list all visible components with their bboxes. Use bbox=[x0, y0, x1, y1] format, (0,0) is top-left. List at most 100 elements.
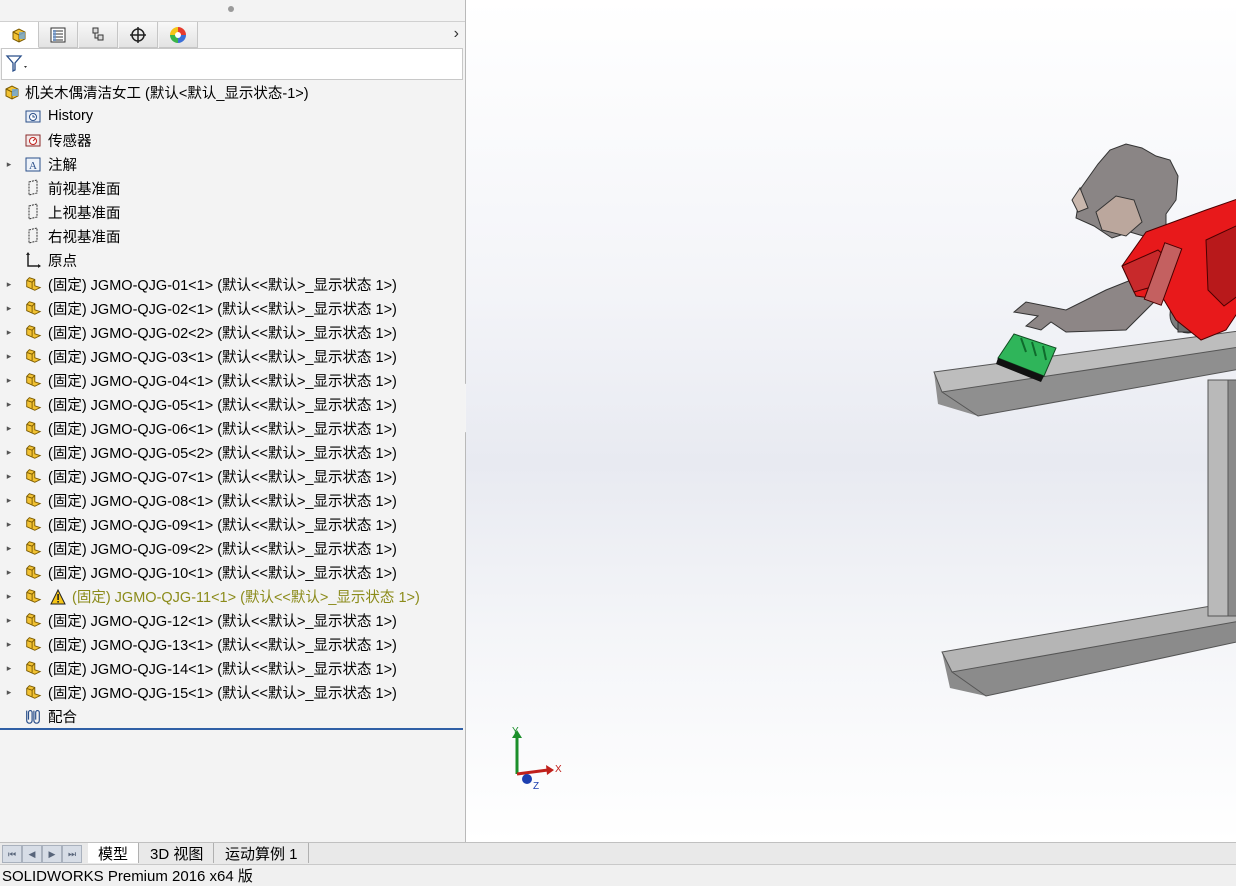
tree-item[interactable]: ▸ A 注解 bbox=[0, 152, 465, 176]
tree-item-label: (固定) JGMO-QJG-09<2> (默认<<默认>_显示状态 1>) bbox=[48, 541, 397, 558]
plane-icon bbox=[24, 179, 42, 197]
tab-3d-view[interactable]: 3D 视图 bbox=[140, 843, 215, 863]
panel-resize-grip[interactable] bbox=[228, 6, 234, 12]
tree-item-label: (固定) JGMO-QJG-08<1> (默认<<默认>_显示状态 1>) bbox=[48, 493, 397, 510]
tree-item[interactable]: ▸ (固定) JGMO-QJG-02<2> (默认<<默认>_显示状态 1>) bbox=[0, 320, 465, 344]
triad-x-label: X bbox=[555, 764, 562, 775]
part-icon bbox=[24, 587, 42, 605]
expand-arrow-icon[interactable]: ▸ bbox=[5, 416, 13, 440]
assembly-3d-model[interactable] bbox=[466, 0, 1236, 842]
tree-item-label: (固定) JGMO-QJG-14<1> (默认<<默认>_显示状态 1>) bbox=[48, 661, 397, 678]
expand-arrow-icon[interactable]: ▸ bbox=[5, 680, 13, 704]
tree-item[interactable]: 前视基准面 bbox=[0, 176, 465, 200]
prev-tab-button[interactable]: ◀ bbox=[22, 845, 42, 863]
tab-scroll-right-icon[interactable]: › bbox=[454, 25, 459, 43]
expand-arrow-icon[interactable]: ▸ bbox=[5, 584, 13, 608]
dimxpert-tab[interactable] bbox=[119, 22, 158, 48]
part-icon bbox=[24, 467, 42, 485]
part-icon bbox=[24, 491, 42, 509]
tree-item[interactable]: ▸ (固定) JGMO-QJG-07<1> (默认<<默认>_显示状态 1>) bbox=[0, 464, 465, 488]
triad-z-label: Z bbox=[533, 781, 539, 792]
expand-arrow-icon[interactable]: ▸ bbox=[5, 440, 13, 464]
tree-item[interactable]: ▸ (固定) JGMO-QJG-13<1> (默认<<默认>_显示状态 1>) bbox=[0, 632, 465, 656]
propertymanager-tab[interactable] bbox=[39, 22, 78, 48]
triad-y-label: Y bbox=[512, 726, 519, 737]
part-icon bbox=[24, 683, 42, 701]
tree-item[interactable]: 传感器 bbox=[0, 128, 465, 152]
tree-item-label: History bbox=[48, 108, 94, 124]
tree-item[interactable]: ▸ (固定) JGMO-QJG-02<1> (默认<<默认>_显示状态 1>) bbox=[0, 296, 465, 320]
annotations-icon: A bbox=[24, 155, 42, 173]
graphics-area[interactable]: Y X Z bbox=[466, 0, 1236, 842]
part-icon bbox=[24, 395, 42, 413]
property-list-icon bbox=[50, 27, 66, 42]
tree-item[interactable]: 右视基准面 bbox=[0, 224, 465, 248]
tree-item[interactable]: ▸ (固定) JGMO-QJG-09<1> (默认<<默认>_显示状态 1>) bbox=[0, 512, 465, 536]
panel-tab-bar: › bbox=[0, 21, 465, 48]
tree-item[interactable]: ▸ (固定) JGMO-QJG-12<1> (默认<<默认>_显示状态 1>) bbox=[0, 608, 465, 632]
history-folder-icon bbox=[24, 107, 42, 125]
tree-item-label: 右视基准面 bbox=[48, 229, 121, 246]
mates-icon bbox=[24, 707, 42, 725]
display-manager-tab[interactable] bbox=[159, 22, 198, 48]
tree-root-assembly[interactable]: 机关木偶清洁女工 (默认<默认_显示状态-1>) bbox=[0, 80, 465, 104]
expand-arrow-icon[interactable]: ▸ bbox=[5, 344, 13, 368]
expand-arrow-icon[interactable]: ▸ bbox=[5, 392, 13, 416]
triad-z-axis bbox=[522, 774, 532, 784]
expand-arrow-icon[interactable]: ▸ bbox=[5, 608, 13, 632]
filter-icon[interactable] bbox=[5, 53, 31, 77]
status-bar: SOLIDWORKS Premium 2016 x64 版 bbox=[0, 864, 1236, 886]
expand-arrow-icon[interactable]: ▸ bbox=[5, 560, 13, 584]
crosshair-icon bbox=[130, 26, 146, 43]
expand-arrow-icon[interactable]: ▸ bbox=[5, 512, 13, 536]
tree-item-label: (固定) JGMO-QJG-07<1> (默认<<默认>_显示状态 1>) bbox=[48, 469, 397, 486]
tree-item[interactable]: ▸ (固定) JGMO-QJG-11<1> (默认<<默认>_显示状态 1>) bbox=[0, 584, 465, 608]
expand-arrow-icon[interactable]: ▸ bbox=[5, 296, 13, 320]
tree-item[interactable]: ▸ (固定) JGMO-QJG-09<2> (默认<<默认>_显示状态 1>) bbox=[0, 536, 465, 560]
tree-item[interactable]: ▸ (固定) JGMO-QJG-05<1> (默认<<默认>_显示状态 1>) bbox=[0, 392, 465, 416]
part-icon bbox=[24, 419, 42, 437]
tree-item[interactable]: History bbox=[0, 104, 465, 128]
tree-item-label: (固定) JGMO-QJG-02<2> (默认<<默认>_显示状态 1>) bbox=[48, 325, 397, 342]
tree-item[interactable]: ▸ (固定) JGMO-QJG-05<2> (默认<<默认>_显示状态 1>) bbox=[0, 440, 465, 464]
expand-arrow-icon[interactable]: ▸ bbox=[5, 320, 13, 344]
tree-item[interactable]: ▸ (固定) JGMO-QJG-04<1> (默认<<默认>_显示状态 1>) bbox=[0, 368, 465, 392]
tree-item-label: (固定) JGMO-QJG-01<1> (默认<<默认>_显示状态 1>) bbox=[48, 277, 397, 294]
configurationmanager-tab[interactable] bbox=[79, 22, 118, 48]
featuremanager-tab[interactable] bbox=[0, 22, 39, 48]
tab-motion-study[interactable]: 运动算例 1 bbox=[215, 843, 309, 863]
tree-item[interactable]: 配合 bbox=[0, 704, 465, 728]
plane-icon bbox=[24, 203, 42, 221]
tree-item[interactable]: ▸ (固定) JGMO-QJG-15<1> (默认<<默认>_显示状态 1>) bbox=[0, 680, 465, 704]
expand-arrow-icon[interactable]: ▸ bbox=[5, 152, 13, 176]
tree-item-label: 注解 bbox=[48, 157, 77, 174]
last-tab-button[interactable]: ⏭ bbox=[62, 845, 82, 863]
tab-model[interactable]: 模型 bbox=[88, 843, 140, 863]
tree-item-label: (固定) JGMO-QJG-11<1> (默认<<默认>_显示状态 1>) bbox=[72, 589, 420, 606]
tree-item[interactable]: ▸ (固定) JGMO-QJG-03<1> (默认<<默认>_显示状态 1>) bbox=[0, 344, 465, 368]
expand-arrow-icon[interactable]: ▸ bbox=[5, 488, 13, 512]
tree-item[interactable]: ▸ (固定) JGMO-QJG-14<1> (默认<<默认>_显示状态 1>) bbox=[0, 656, 465, 680]
tree-item-label: (固定) JGMO-QJG-13<1> (默认<<默认>_显示状态 1>) bbox=[48, 637, 397, 654]
tree-item[interactable]: 上视基准面 bbox=[0, 200, 465, 224]
lower-board bbox=[941, 601, 1236, 697]
next-tab-button[interactable]: ▶ bbox=[42, 845, 62, 863]
tree-item-label: (固定) JGMO-QJG-05<1> (默认<<默认>_显示状态 1>) bbox=[48, 397, 397, 414]
support-post bbox=[1207, 379, 1236, 617]
expand-arrow-icon[interactable]: ▸ bbox=[5, 632, 13, 656]
expand-arrow-icon[interactable]: ▸ bbox=[5, 272, 13, 296]
tree-item[interactable]: ▸ (固定) JGMO-QJG-01<1> (默认<<默认>_显示状态 1>) bbox=[0, 272, 465, 296]
tree-item[interactable]: ▸ (固定) JGMO-QJG-06<1> (默认<<默认>_显示状态 1>) bbox=[0, 416, 465, 440]
expand-arrow-icon[interactable]: ▸ bbox=[5, 536, 13, 560]
tree-item[interactable]: ▸ (固定) JGMO-QJG-10<1> (默认<<默认>_显示状态 1>) bbox=[0, 560, 465, 584]
tree-item[interactable]: ▸ (固定) JGMO-QJG-08<1> (默认<<默认>_显示状态 1>) bbox=[0, 488, 465, 512]
tree-filter-bar[interactable] bbox=[1, 48, 463, 80]
part-icon bbox=[24, 635, 42, 653]
expand-arrow-icon[interactable]: ▸ bbox=[5, 368, 13, 392]
first-tab-button[interactable]: ⏮ bbox=[2, 845, 22, 863]
expand-arrow-icon[interactable]: ▸ bbox=[5, 464, 13, 488]
configuration-icon bbox=[92, 27, 104, 40]
expand-arrow-icon[interactable]: ▸ bbox=[5, 656, 13, 680]
tree-item[interactable]: 原点 bbox=[0, 248, 465, 272]
part-icon bbox=[24, 515, 42, 533]
